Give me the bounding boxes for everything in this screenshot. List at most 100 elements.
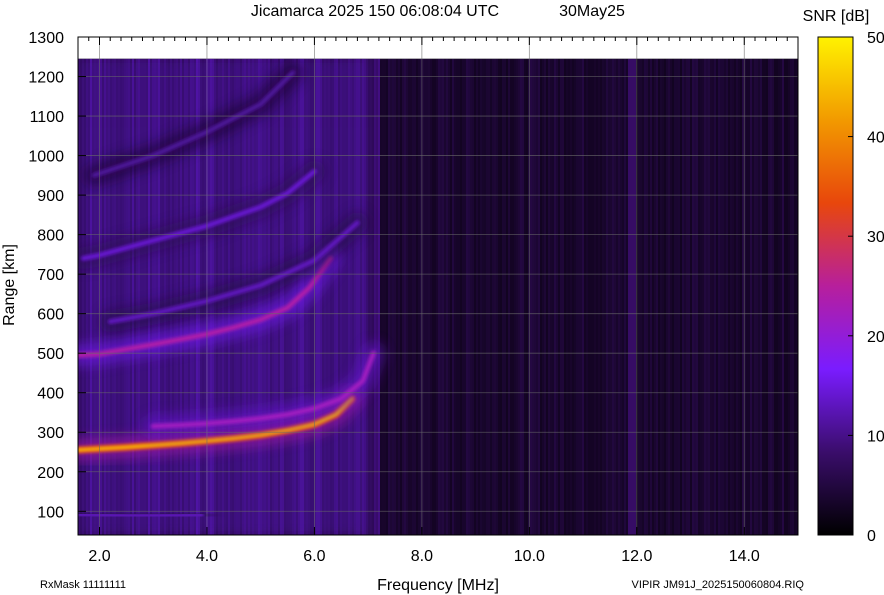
noise-column <box>530 58 532 535</box>
noise-column <box>484 58 486 535</box>
noise-column <box>394 58 396 535</box>
noise-column <box>542 58 544 535</box>
noise-column <box>790 58 792 535</box>
noise-column <box>776 58 778 535</box>
noise-column <box>638 58 640 535</box>
noise-column <box>752 58 754 535</box>
noise-column <box>562 58 564 535</box>
noise-column <box>492 58 494 535</box>
noise-column <box>556 58 558 535</box>
noise-column <box>564 58 566 535</box>
colorbar-tick-label: 10 <box>867 428 884 445</box>
noise-column <box>552 58 554 535</box>
noise-column <box>794 58 796 535</box>
noise-column <box>706 58 708 535</box>
noise-column <box>652 58 654 535</box>
noise-column <box>742 58 744 535</box>
noise-column <box>734 58 736 535</box>
noise-column <box>596 58 598 535</box>
noise-column <box>472 58 474 535</box>
noise-column <box>576 58 578 535</box>
noise-column <box>498 58 500 535</box>
noise-column <box>692 58 694 535</box>
noise-column <box>450 58 452 535</box>
x-tick-label: 10.0 <box>514 548 545 565</box>
noise-column <box>422 58 424 535</box>
noise-column <box>674 58 676 535</box>
noise-column <box>526 58 528 535</box>
y-axis-label: Range [km] <box>1 244 18 326</box>
noise-column <box>704 58 706 535</box>
noise-column <box>748 58 750 535</box>
noise-column <box>754 58 756 535</box>
noise-column <box>616 58 618 535</box>
noise-column <box>402 58 404 535</box>
noise-column <box>746 58 748 535</box>
noise-column <box>406 58 408 535</box>
noise-column <box>694 58 696 535</box>
noise-column <box>444 58 446 535</box>
noise-column <box>624 58 626 535</box>
noise-column <box>740 58 742 535</box>
noise-column <box>446 58 448 535</box>
noise-column <box>622 58 624 535</box>
y-tick-label: 500 <box>37 346 64 363</box>
noise-column <box>464 58 466 535</box>
noise-column <box>786 58 788 535</box>
y-ticks: 100 200 300 400 500 600 700 800 900 1000 1100 1200 1… <box>28 30 86 521</box>
noise-column <box>568 58 570 535</box>
noise-column <box>716 58 718 535</box>
noise-column <box>662 58 664 535</box>
noise-column <box>702 58 704 535</box>
noise-column <box>440 58 442 535</box>
noise-column <box>612 58 614 535</box>
noise-column <box>536 58 538 535</box>
noise-column <box>524 58 526 535</box>
noise-column <box>386 58 388 535</box>
noise-column <box>594 58 596 535</box>
x-tick-label: 2.0 <box>88 548 110 565</box>
noise-column <box>488 58 490 535</box>
noise-column <box>620 58 622 535</box>
noise-column <box>756 58 758 535</box>
noise-column <box>778 58 780 535</box>
noise-column <box>410 58 412 535</box>
noise-column <box>670 58 672 535</box>
noise-column <box>494 58 496 535</box>
noise-column <box>770 58 772 535</box>
noise-column <box>398 58 400 535</box>
colorbar-tick-label: 0 <box>867 528 876 545</box>
noise-column <box>656 58 658 535</box>
noise-column <box>544 58 546 535</box>
noise-column <box>490 58 492 535</box>
noise-column <box>374 58 376 535</box>
noise-column <box>722 58 724 535</box>
noise-column <box>682 58 684 535</box>
noise-column <box>726 58 728 535</box>
noise-column <box>640 58 642 535</box>
noise-column <box>370 58 372 535</box>
noise-column <box>514 58 516 535</box>
noise-column <box>468 58 470 535</box>
noise-column <box>432 58 434 535</box>
noise-column <box>768 58 770 535</box>
noise-column <box>540 58 542 535</box>
noise-column <box>780 58 782 535</box>
noise-column <box>634 58 636 535</box>
noise-column <box>666 58 668 535</box>
noise-column <box>546 58 548 535</box>
noise-column <box>428 58 430 535</box>
chart-date: 30May25 <box>559 3 625 20</box>
noise-column <box>478 58 480 535</box>
noise-column <box>442 58 444 535</box>
y-tick-label: 900 <box>37 188 64 205</box>
noise-column <box>460 58 462 535</box>
noise-column <box>578 58 580 535</box>
noise-column <box>462 58 464 535</box>
noise-column <box>632 58 634 535</box>
noise-column <box>680 58 682 535</box>
noise-column <box>750 58 752 535</box>
colorbar <box>817 36 854 536</box>
noise-column <box>782 58 784 535</box>
y-tick-label: 400 <box>37 386 64 403</box>
